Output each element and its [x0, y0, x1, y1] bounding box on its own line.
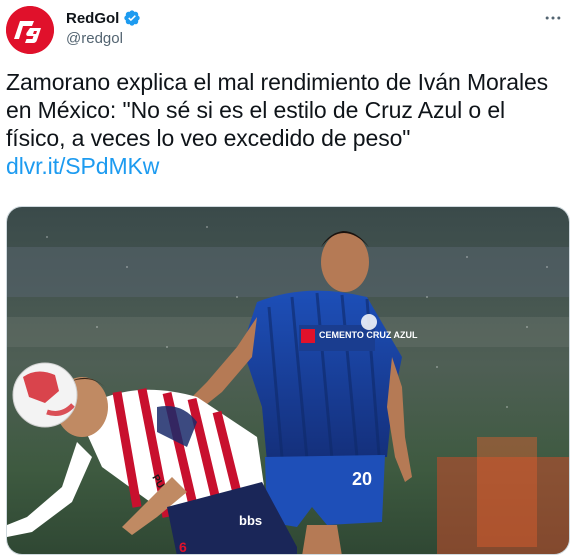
right-sponsor-text: CEMENTO CRUZ AZUL: [319, 330, 418, 340]
tweet-media-photo[interactable]: CEMENTO CRUZ AZUL 20 PUMA b: [6, 206, 570, 555]
verified-badge-icon: [123, 9, 141, 27]
tweet-card[interactable]: RedGol @redgol Zamorano explica el mal r…: [0, 0, 576, 559]
more-options-button[interactable]: [540, 8, 566, 28]
left-number-text: 6: [179, 539, 187, 555]
author-block: RedGol @redgol: [66, 8, 141, 47]
display-name[interactable]: RedGol: [66, 10, 119, 27]
tweet-text: Zamorano explica el mal rendimiento de I…: [6, 69, 549, 151]
avatar[interactable]: [6, 6, 54, 54]
handle[interactable]: @redgol: [66, 30, 141, 47]
redgol-logo-icon: [6, 6, 54, 54]
tweet-link[interactable]: dlvr.it/SPdMKw: [6, 152, 566, 180]
more-horizontal-icon: [545, 16, 561, 20]
left-sponsor-text: bbs: [239, 513, 262, 528]
right-number-text: 20: [352, 469, 372, 489]
tweet-text-block: Zamorano explica el mal rendimiento de I…: [6, 68, 566, 180]
football-match-photo: CEMENTO CRUZ AZUL 20 PUMA b: [7, 207, 569, 555]
